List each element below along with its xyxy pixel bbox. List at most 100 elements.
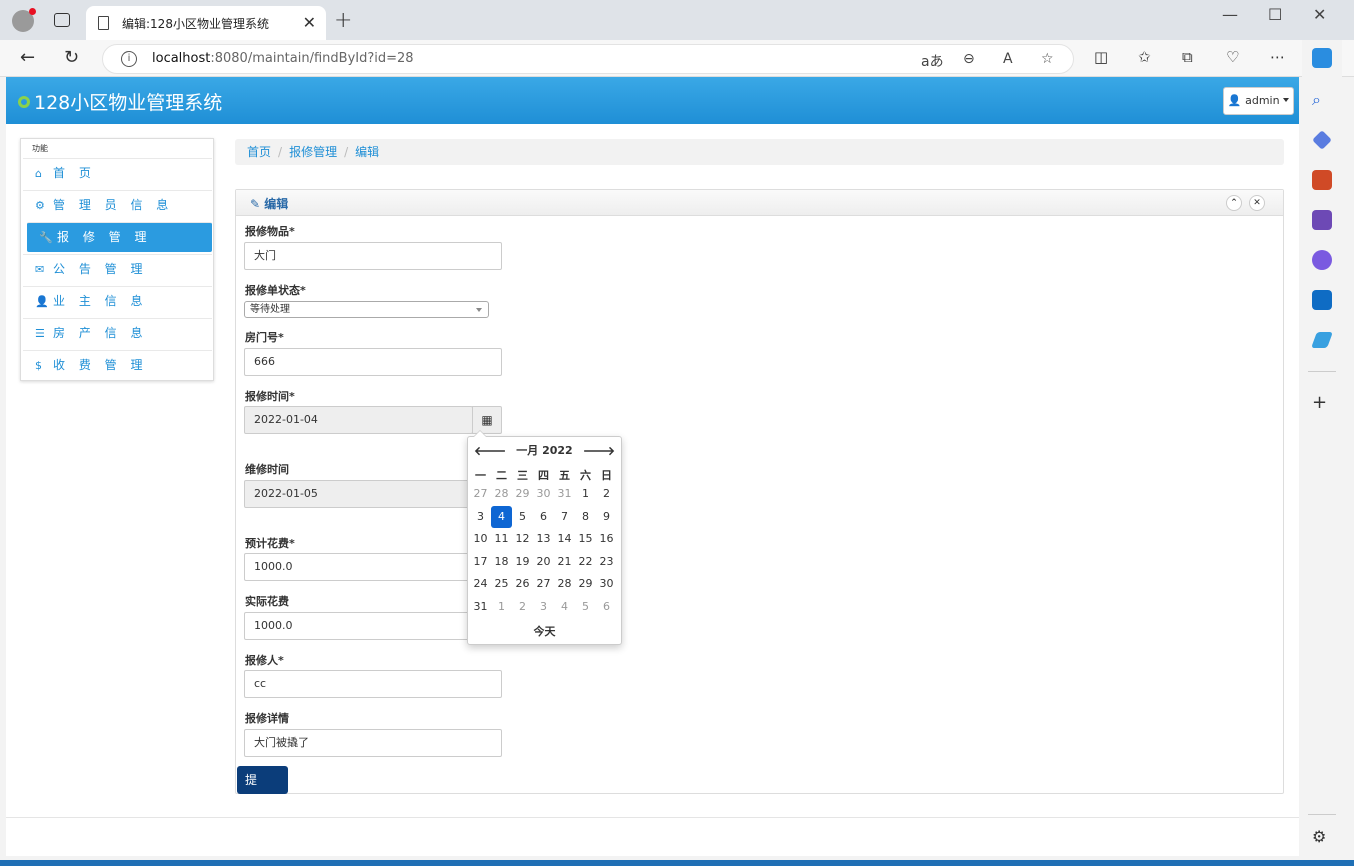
split-screen-icon[interactable]: ◫: [1094, 48, 1108, 66]
calendar-day[interactable]: 6: [596, 596, 617, 618]
detail-input[interactable]: 大门被撬了: [244, 729, 502, 757]
calendar-day[interactable]: 10: [470, 528, 491, 550]
calendar-day[interactable]: 14: [554, 528, 575, 550]
calendar-day[interactable]: 28: [554, 573, 575, 595]
send-icon[interactable]: [1311, 332, 1333, 348]
calendar-day[interactable]: 31: [470, 596, 491, 618]
calendar-day[interactable]: 9: [596, 506, 617, 528]
calendar-day[interactable]: 6: [533, 506, 554, 528]
calendar-day[interactable]: 5: [575, 596, 596, 618]
report-time-input[interactable]: 2022-01-04: [244, 406, 473, 434]
calendar-day[interactable]: 7: [554, 506, 575, 528]
tools-icon[interactable]: [1312, 170, 1332, 190]
copilot-icon[interactable]: [1312, 48, 1332, 68]
brand[interactable]: 128小区物业管理系统: [18, 88, 222, 115]
calendar-day[interactable]: 1: [575, 483, 596, 505]
calendar-day[interactable]: 22: [575, 551, 596, 573]
calendar-day[interactable]: 26: [512, 573, 533, 595]
breadcrumb-home[interactable]: 首页: [247, 145, 271, 159]
maximize-icon[interactable]: ☐: [1268, 5, 1282, 24]
menu-item-home[interactable]: ⌂ 首 页: [23, 158, 212, 188]
room-input[interactable]: 666: [244, 348, 502, 376]
site-info-icon[interactable]: i: [121, 51, 137, 67]
calendar-day[interactable]: 18: [491, 551, 512, 573]
calendar-day[interactable]: 15: [575, 528, 596, 550]
favorite-icon[interactable]: ☆: [1041, 51, 1054, 67]
item-input[interactable]: 大门: [244, 242, 502, 270]
performance-icon[interactable]: ♡: [1226, 48, 1239, 66]
repair-time-input[interactable]: 2022-01-05: [244, 480, 502, 508]
today-button[interactable]: 今天: [468, 623, 621, 639]
calendar-day[interactable]: 4: [554, 596, 575, 618]
calendar-day[interactable]: 19: [512, 551, 533, 573]
calendar-day[interactable]: 29: [575, 573, 596, 595]
actual-cost-input[interactable]: 1000.0: [244, 612, 502, 640]
refresh-icon[interactable]: ↻: [64, 47, 79, 68]
next-month-icon[interactable]: 🡒: [583, 443, 615, 458]
calendar-day[interactable]: 13: [533, 528, 554, 550]
translate-icon[interactable]: aあ: [921, 51, 944, 71]
calendar-day[interactable]: 27: [470, 483, 491, 505]
calendar-day[interactable]: 8: [575, 506, 596, 528]
calendar-day[interactable]: 30: [533, 483, 554, 505]
games-icon[interactable]: [1312, 210, 1332, 230]
add-icon[interactable]: +: [1312, 394, 1332, 414]
window-close-icon[interactable]: ✕: [1313, 5, 1326, 24]
breadcrumb-edit[interactable]: 编辑: [355, 145, 379, 159]
menu-item-admin[interactable]: ⚙ 管 理 员 信 息: [23, 190, 212, 220]
close-panel-icon[interactable]: ✕: [1249, 195, 1265, 211]
menu-item-repair[interactable]: 🔧 报 修 管 理: [27, 222, 212, 252]
close-tab-icon[interactable]: ✕: [303, 13, 316, 32]
outlook-icon[interactable]: [1312, 290, 1332, 310]
favorites-icon[interactable]: ✩: [1138, 48, 1151, 66]
calendar-day[interactable]: 12: [512, 528, 533, 550]
more-icon[interactable]: ⋯: [1270, 48, 1285, 66]
minimize-icon[interactable]: —: [1222, 5, 1238, 24]
calendar-day[interactable]: 5: [512, 506, 533, 528]
search-icon[interactable]: ⌕: [1312, 90, 1332, 110]
calendar-day[interactable]: 2: [512, 596, 533, 618]
back-icon[interactable]: ←: [20, 47, 35, 68]
calendar-day[interactable]: 3: [470, 506, 491, 528]
browser-tab[interactable]: 编辑:128小区物业管理系统 ✕: [86, 6, 326, 40]
user-menu-button[interactable]: 👤 admin: [1223, 87, 1294, 115]
profile-avatar[interactable]: [12, 8, 36, 32]
calendar-day[interactable]: 3: [533, 596, 554, 618]
menu-item-fees[interactable]: $ 收 费 管 理: [23, 350, 212, 380]
breadcrumb-repair[interactable]: 报修管理: [289, 145, 337, 159]
calendar-day[interactable]: 21: [554, 551, 575, 573]
calendar-day[interactable]: 11: [491, 528, 512, 550]
calendar-day[interactable]: 31: [554, 483, 575, 505]
menu-item-property[interactable]: ☰ 房 产 信 息: [23, 318, 212, 348]
calendar-day[interactable]: 30: [596, 573, 617, 595]
panel-title: ✎ 编辑: [250, 197, 289, 211]
collapse-icon[interactable]: ⌃: [1226, 195, 1242, 211]
shopping-icon[interactable]: [1312, 130, 1332, 150]
status-select[interactable]: 等待处理: [244, 301, 489, 318]
calendar-day[interactable]: 16: [596, 528, 617, 550]
menu-item-owner[interactable]: 👤 业 主 信 息: [23, 286, 212, 316]
calendar-day[interactable]: 1: [491, 596, 512, 618]
url-field[interactable]: i localhost:8080/maintain/findById?id=28…: [102, 44, 1074, 74]
reporter-input[interactable]: cc: [244, 670, 502, 698]
est-cost-input[interactable]: 1000.0: [244, 553, 502, 581]
submit-button[interactable]: 提 交: [237, 766, 288, 815]
calendar-day[interactable]: 2: [596, 483, 617, 505]
calendar-day[interactable]: 4: [491, 505, 512, 528]
calendar-day[interactable]: 25: [491, 573, 512, 595]
calendar-day[interactable]: 29: [512, 483, 533, 505]
collections-icon[interactable]: ⧉: [1182, 48, 1193, 66]
calendar-day[interactable]: 17: [470, 551, 491, 573]
tab-actions-icon[interactable]: [54, 13, 70, 27]
microsoft365-icon[interactable]: [1312, 250, 1332, 270]
calendar-day[interactable]: 23: [596, 551, 617, 573]
calendar-day[interactable]: 24: [470, 573, 491, 595]
calendar-day[interactable]: 27: [533, 573, 554, 595]
new-tab-icon[interactable]: +: [334, 8, 352, 33]
calendar-day[interactable]: 28: [491, 483, 512, 505]
read-aloud-icon[interactable]: A: [1003, 51, 1013, 67]
calendar-day[interactable]: 20: [533, 551, 554, 573]
settings-icon[interactable]: ⚙: [1312, 827, 1332, 847]
zoom-icon[interactable]: ⊖: [963, 51, 975, 67]
menu-item-notice[interactable]: ✉ 公 告 管 理: [23, 254, 212, 284]
